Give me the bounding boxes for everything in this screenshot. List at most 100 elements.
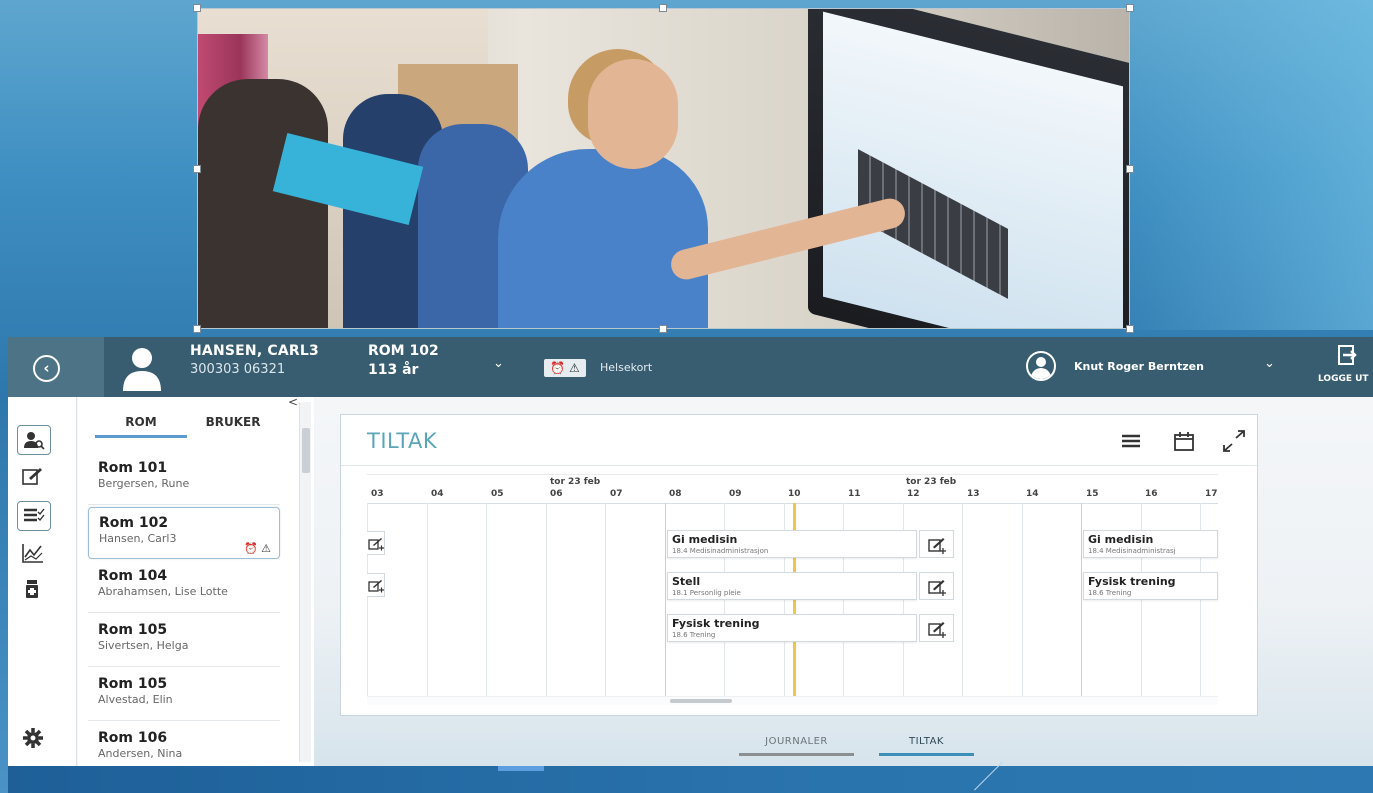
add-note-icon[interactable] [367, 531, 385, 555]
left-icon-rail [8, 397, 77, 766]
task-category: 18.6 Trening [1088, 589, 1132, 597]
hour-label: 04 [431, 489, 444, 499]
tab-tiltak[interactable]: TILTAK [879, 736, 974, 756]
alert-badge[interactable]: ⏰ ⚠ [544, 359, 586, 377]
room-list-item-selected[interactable]: Rom 102 Hansen, Carl3 ⏰ ⚠ [88, 507, 280, 559]
chart-icon[interactable] [17, 539, 51, 569]
list-scrollbar[interactable] [299, 402, 311, 762]
card-title: TILTAK [367, 429, 438, 453]
user-avatar-icon[interactable] [1026, 351, 1056, 381]
resize-handle[interactable] [659, 4, 667, 12]
task-list-icon[interactable] [17, 501, 51, 531]
patient-search-icon[interactable] [17, 425, 51, 455]
grid-line [1022, 503, 1023, 696]
collapse-panel-button[interactable]: < [288, 395, 298, 409]
timeline-scrollbar[interactable] [367, 696, 1218, 705]
resize-handle[interactable] [1126, 165, 1134, 173]
logout-icon[interactable] [1338, 345, 1358, 365]
grid-line [427, 503, 428, 696]
logout-button[interactable]: LOGGE UT [1318, 374, 1369, 384]
hour-label: 15 [1086, 489, 1099, 499]
expand-icon[interactable] [1221, 429, 1247, 453]
add-note-icon[interactable] [919, 572, 954, 600]
hour-label: 07 [610, 489, 623, 499]
resize-handle[interactable] [1126, 4, 1134, 12]
task-category: 18.4 Medisinadministrasj [1088, 547, 1176, 555]
tab-journaler[interactable]: JOURNALER [739, 736, 854, 756]
day-label: tor 23 feb [906, 477, 957, 487]
slide-background: ‹ HANSEN, CARL3 300303 06321 ROM 102 113… [0, 0, 1373, 793]
scrollbar-thumb[interactable] [670, 699, 732, 703]
chevron-left-icon: ‹ [33, 355, 60, 382]
room-list-item[interactable]: Rom 106 Andersen, Nina [88, 723, 280, 766]
room-list-panel: ROM BRUKER Rom 101 Bergersen, Rune Rom 1… [78, 397, 314, 766]
hour-label: 12 [907, 489, 920, 499]
helsekort-link[interactable]: Helsekort [600, 361, 652, 374]
hour-label: 03 [371, 489, 384, 499]
grid-line [546, 503, 547, 696]
nurses-touchscreen-photo [197, 8, 1130, 329]
room-list-item[interactable]: Rom 105 Sivertsen, Helga [88, 615, 280, 667]
room-number: Rom 105 [98, 622, 168, 638]
task-title: Gi medisin [672, 533, 738, 546]
task-gi-medisin[interactable]: Gi medisin 18.4 Medisinadministrasjon [667, 530, 917, 558]
tab-rom[interactable]: ROM [95, 408, 187, 438]
chevron-down-icon[interactable]: ⌄ [1264, 356, 1275, 371]
hour-label: 11 [848, 489, 861, 499]
room-number: Rom 106 [98, 730, 168, 746]
room-list-item[interactable]: Rom 105 Alvestad, Elin [88, 669, 280, 721]
hour-label: 16 [1145, 489, 1158, 499]
hour-label: 09 [729, 489, 742, 499]
patient-age: 113 år [368, 362, 419, 378]
tab-bruker[interactable]: BRUKER [187, 408, 279, 438]
add-note-icon[interactable] [919, 614, 954, 642]
grid-line [962, 503, 963, 696]
resize-handle[interactable] [193, 165, 201, 173]
task-stell[interactable]: Stell 18.1 Personlig pleie [667, 572, 917, 600]
hour-label: 14 [1026, 489, 1039, 499]
axis-line [367, 474, 1218, 475]
resize-handle[interactable] [193, 4, 201, 12]
scrollbar-thumb[interactable] [302, 428, 310, 473]
hour-label: 13 [967, 489, 980, 499]
edit-note-icon[interactable] [17, 462, 51, 492]
resident-name: Abrahamsen, Lise Lotte [98, 585, 228, 598]
hour-label: 10 [788, 489, 801, 499]
bottom-tabs: JOURNALER TILTAK [314, 723, 1373, 766]
task-title: Stell [672, 575, 701, 588]
resident-name: Bergersen, Rune [98, 477, 190, 490]
hour-label: 06 [550, 489, 563, 499]
back-button[interactable]: ‹ [8, 337, 104, 397]
add-note-icon[interactable] [367, 573, 385, 597]
room-list-item[interactable]: Rom 101 Bergersen, Rune [88, 453, 280, 505]
task-fysisk-trening[interactable]: Fysisk trening 18.6 Trening [1083, 572, 1218, 600]
task-gi-medisin[interactable]: Gi medisin 18.4 Medisinadministrasj [1083, 530, 1218, 558]
photo-nurse-face [588, 59, 678, 169]
room-number: Rom 102 [99, 515, 169, 531]
grid-line [1081, 503, 1082, 696]
gear-icon[interactable] [17, 723, 51, 753]
divider [341, 465, 1259, 466]
list-view-icon[interactable] [1121, 433, 1141, 451]
room-number: Rom 105 [98, 676, 168, 692]
grid-line [605, 503, 606, 696]
patient-room: ROM 102 [368, 343, 439, 359]
resize-handle[interactable] [1126, 325, 1134, 333]
user-name[interactable]: Knut Roger Berntzen [1074, 360, 1204, 373]
resident-name: Alvestad, Elin [98, 693, 173, 706]
task-title: Fysisk trening [672, 617, 760, 630]
patient-id: 300303 06321 [190, 362, 286, 377]
alert-icons: ⏰ ⚠ [243, 542, 271, 555]
medication-icon[interactable] [17, 575, 51, 605]
timeline: tor 23 feb tor 23 feb 03 04 05 06 07 08 … [367, 472, 1218, 707]
day-label: tor 23 feb [550, 477, 601, 487]
chevron-down-icon[interactable]: ⌄ [493, 356, 504, 371]
calendar-icon[interactable] [1173, 431, 1195, 451]
task-fysisk-trening[interactable]: Fysisk trening 18.6 Trening [667, 614, 917, 642]
photo-person-1 [198, 79, 328, 328]
resize-handle[interactable] [193, 325, 201, 333]
room-list-item[interactable]: Rom 104 Abrahamsen, Lise Lotte [88, 561, 280, 613]
photo-nurse [498, 149, 708, 328]
resize-handle[interactable] [659, 325, 667, 333]
add-note-icon[interactable] [919, 530, 954, 558]
